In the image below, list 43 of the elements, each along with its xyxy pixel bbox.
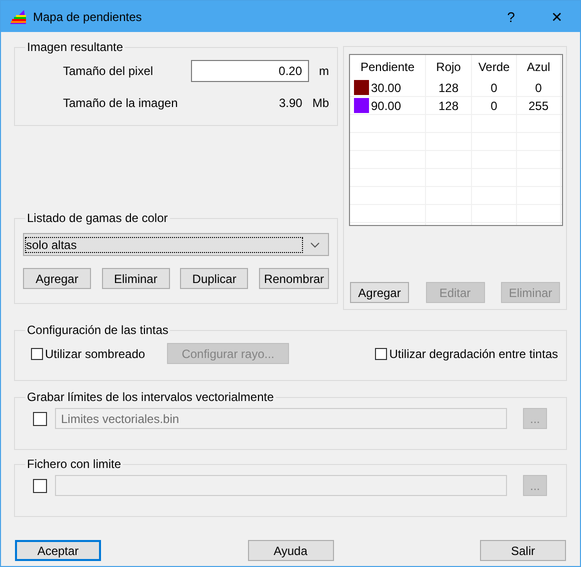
- field-label: Tamaño de la imagen: [63, 96, 179, 110]
- pixel-size-field[interactable]: 0.20: [191, 60, 309, 82]
- column-header[interactable]: Pendiente: [350, 55, 426, 79]
- table-cell: 255: [528, 98, 549, 112]
- checkbox-label: Utilizar degradación entre tintas: [389, 346, 558, 360]
- checkbox[interactable]: [31, 348, 43, 360]
- palette-button[interactable]: Eliminar: [102, 268, 170, 289]
- palette-button[interactable]: Renombrar: [258, 268, 329, 289]
- dialog-button[interactable]: Ayuda: [248, 540, 334, 561]
- table-cell: 0: [535, 80, 542, 94]
- checkbox[interactable]: [33, 412, 47, 426]
- dialog-button[interactable]: Aceptar: [15, 540, 101, 561]
- table-cell: 30.00: [371, 80, 402, 94]
- palette-button[interactable]: Agregar: [23, 268, 91, 289]
- column-header[interactable]: Azul: [517, 55, 561, 79]
- color-ramp-icon: [9, 8, 27, 24]
- checkbox[interactable]: [375, 348, 388, 360]
- checkbox-label: Utilizar sombreado: [45, 346, 146, 360]
- field-label: Tamaño del pixel: [63, 64, 154, 78]
- table-cell: 0: [490, 80, 498, 94]
- help-button[interactable]: ?: [488, 1, 534, 32]
- close-button[interactable]: ✕: [534, 1, 580, 32]
- image-size-value: 3.90: [278, 96, 302, 110]
- group-title: Grabar límites de los intervalos vectorialmente: [26, 390, 275, 404]
- palette-dropdown[interactable]: solo altas: [23, 233, 329, 256]
- window-title: Mapa de pendientes: [33, 10, 142, 24]
- chevron-down-icon: [310, 242, 320, 248]
- table-cell: 0: [490, 98, 498, 112]
- palette-button[interactable]: Duplicar: [180, 268, 248, 289]
- table-cell: 90.00: [371, 98, 402, 112]
- unit-label: Mb: [312, 96, 329, 110]
- column-header[interactable]: Rojo: [426, 55, 472, 79]
- group-title: Configuración de las tintas: [26, 323, 170, 337]
- unit-label: m: [319, 64, 329, 78]
- column-header[interactable]: Verde: [472, 55, 517, 79]
- dialog-button[interactable]: Salir: [480, 540, 566, 561]
- table-button[interactable]: Agregar: [350, 282, 409, 303]
- group-title: Listado de gamas de color: [26, 211, 169, 225]
- checkbox[interactable]: [33, 478, 47, 492]
- group-title: Imagen resultante: [26, 40, 124, 54]
- table-cell: 128: [438, 98, 459, 112]
- group-title: Fichero con limite: [26, 457, 122, 471]
- table-cell: 128: [438, 80, 459, 94]
